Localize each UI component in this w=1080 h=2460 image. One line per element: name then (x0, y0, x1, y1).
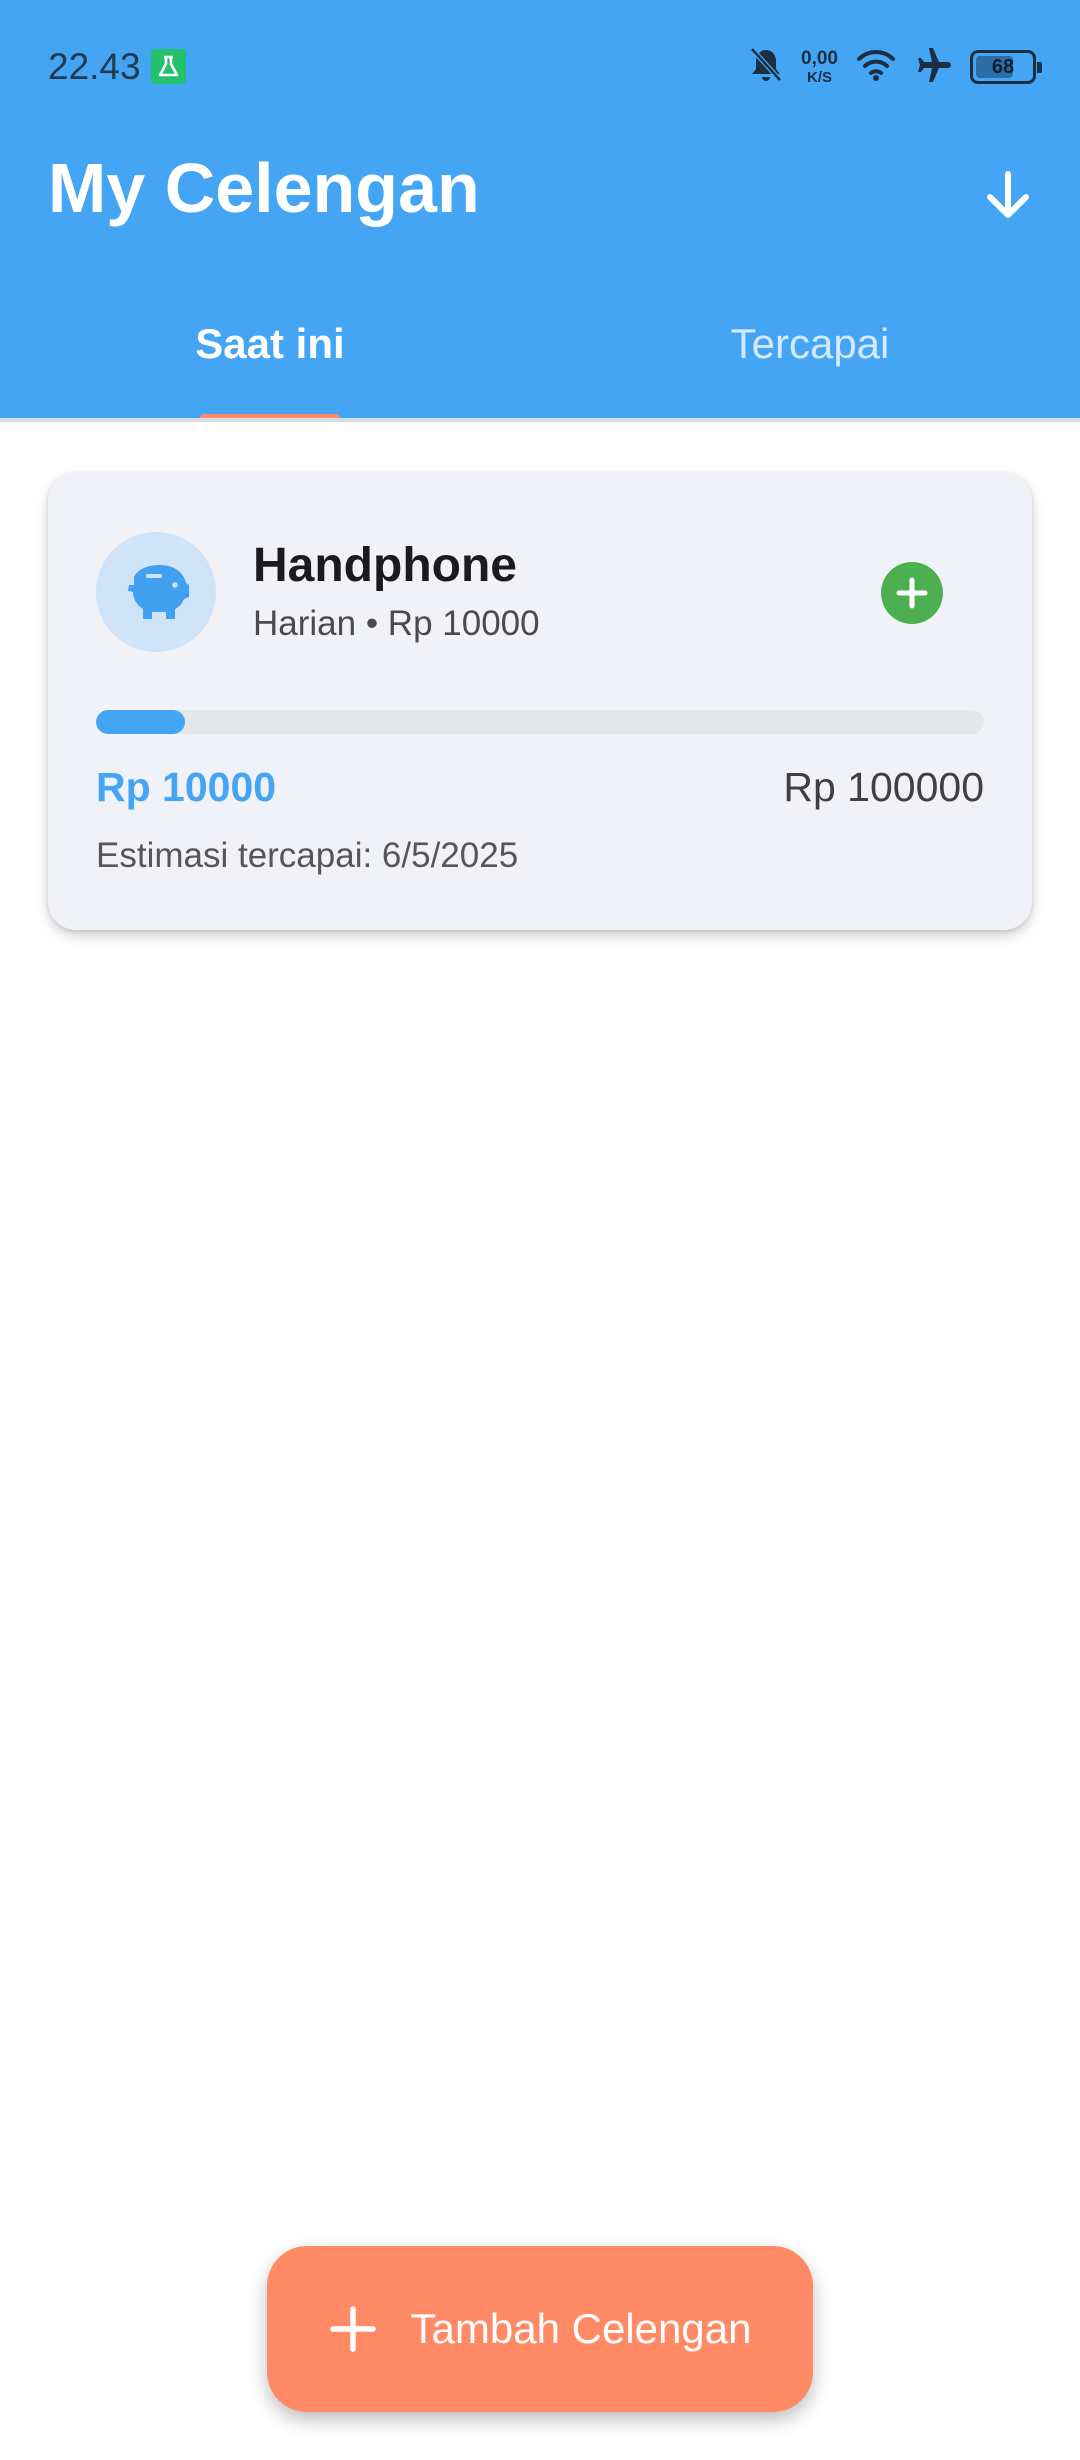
plus-circle-icon (896, 577, 928, 609)
saved-amount: Rp 10000 (96, 764, 277, 810)
wifi-icon (856, 48, 896, 87)
page-title: My Celengan (48, 149, 480, 227)
status-icons: 0,00 K/S 68 (749, 44, 1042, 90)
battery-label: 68 (991, 55, 1015, 78)
avatar (96, 532, 216, 652)
lab-icon (151, 49, 186, 84)
arrow-down-icon (987, 171, 1029, 218)
battery-icon: 68 (970, 50, 1042, 84)
airplane-icon (914, 46, 952, 89)
goal-card[interactable]: Handphone Harian • Rp 10000 Rp 10000 Rp … (48, 472, 1032, 930)
divider (0, 418, 1080, 422)
savings-progress-bar (96, 710, 984, 734)
goal-name: Handphone (253, 539, 517, 592)
savings-progress-fill (96, 710, 185, 734)
add-goal-button[interactable]: Tambah Celengan (267, 2246, 813, 2412)
estimated-completion: Estimasi tercapai: 6/5/2025 (96, 836, 519, 875)
tab-saat-ini[interactable]: Saat ini (0, 290, 540, 420)
target-amount: Rp 100000 (783, 764, 984, 810)
plus-icon (329, 2306, 376, 2352)
add-saving-button[interactable] (881, 562, 943, 624)
tab-label: Saat ini (195, 320, 345, 367)
piggy-bank-icon (128, 565, 189, 619)
status-time: 22.43 (48, 46, 141, 87)
download-button[interactable] (968, 156, 1048, 236)
app-header: 22.43 0,00 K/S 68 My Celengan Saat ini T… (0, 0, 1080, 422)
bell-off-icon (749, 46, 783, 89)
tab-tercapai[interactable]: Tercapai (540, 290, 1080, 420)
app-screen: 22.43 0,00 K/S 68 My Celengan Saat ini T… (0, 0, 1080, 2460)
tab-label: Tercapai (730, 320, 890, 367)
status-bar: 22.43 0,00 K/S 68 (0, 0, 1080, 134)
tab-bar: Saat ini Tercapai (0, 290, 1080, 422)
goal-schedule: Harian • Rp 10000 (253, 604, 540, 643)
add-goal-label: Tambah Celengan (410, 2305, 752, 2352)
network-speed: 0,00 K/S (801, 48, 838, 86)
